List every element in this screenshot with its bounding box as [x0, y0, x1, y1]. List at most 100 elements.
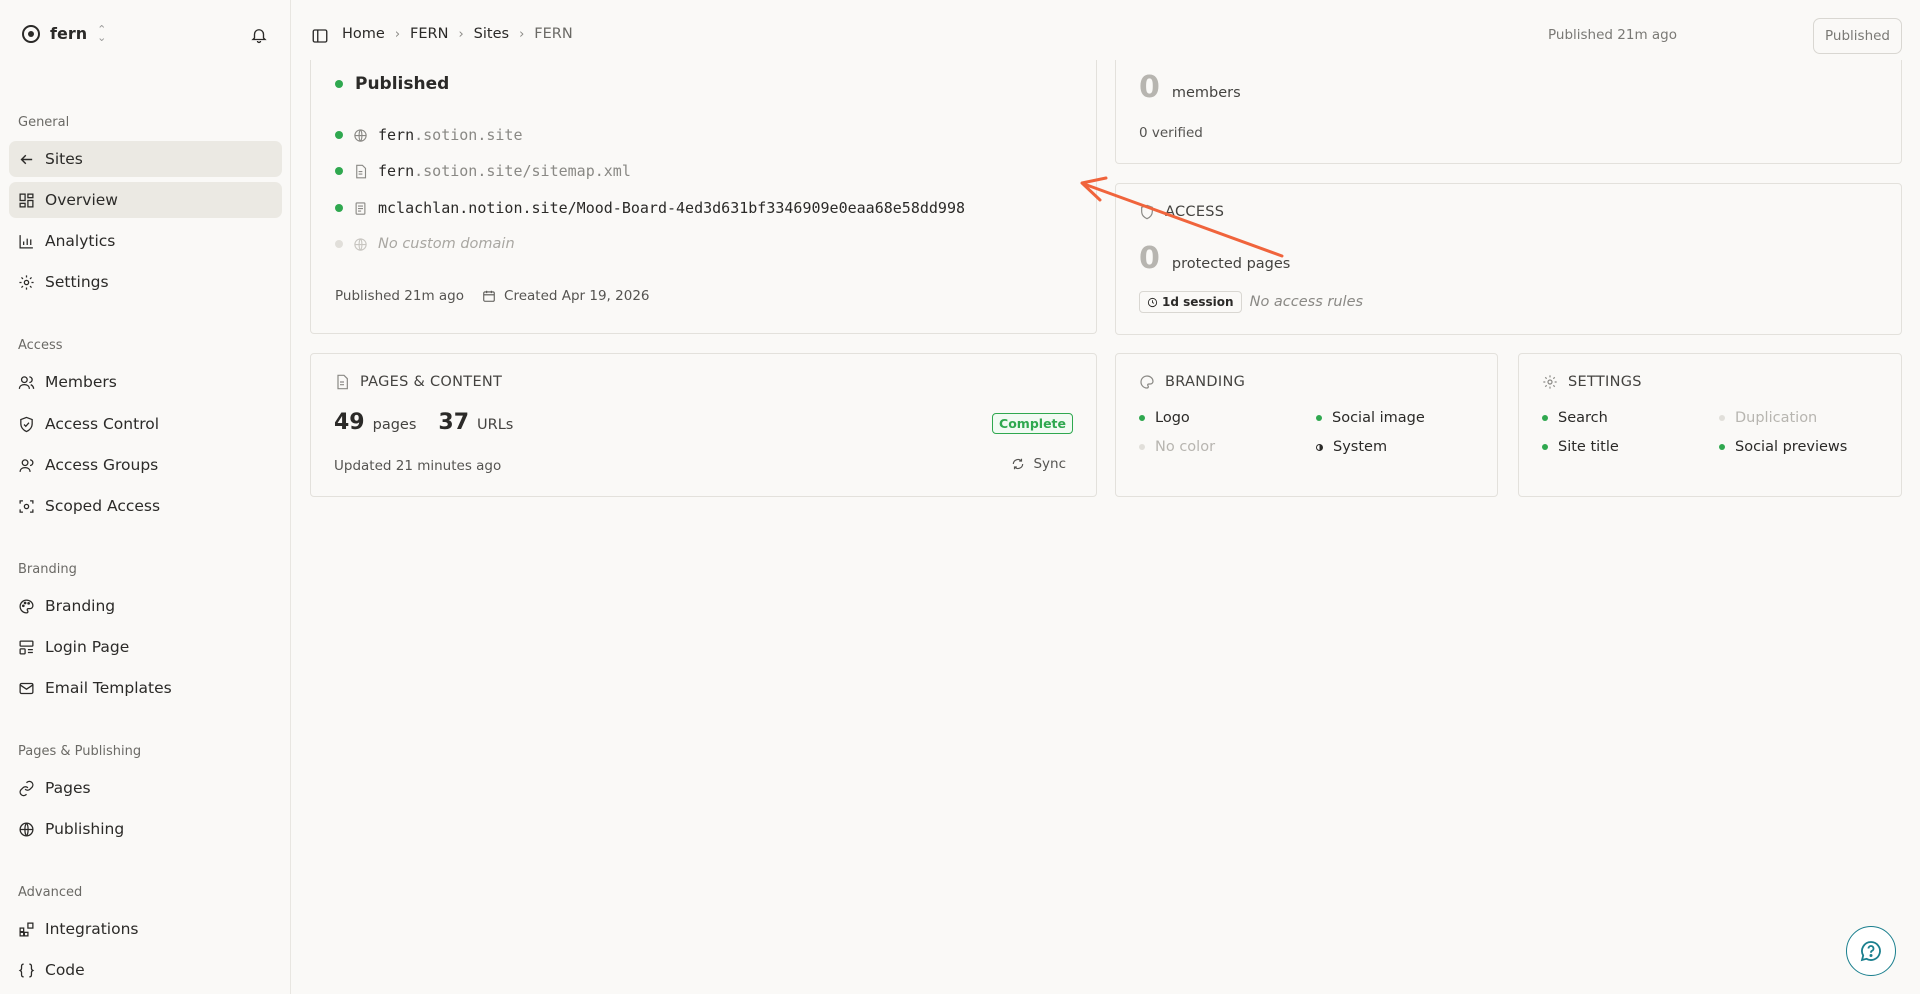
theme-icon [1316, 443, 1323, 451]
link-icon [19, 780, 34, 796]
braces-icon [18, 962, 35, 978]
sidebar-item-scoped-access[interactable]: Scoped Access [9, 488, 282, 524]
pages-count: 49 [334, 410, 365, 435]
workspace-switcher[interactable]: fern ⌃ ⌄ [22, 24, 106, 43]
gear-icon [1543, 375, 1557, 389]
status-dot [335, 204, 343, 212]
scan-icon [19, 499, 34, 513]
domain-row[interactable]: mclachlan.notion.site/Mood-Board-4ed3d63… [335, 199, 965, 217]
published-time: Published 21m ago [1547, 27, 1677, 43]
published-time: Published 21m ago [335, 288, 465, 304]
members-card[interactable]: 0 members 0 verified [1115, 60, 1902, 164]
pages-content-title: PAGES & CONTENT [360, 374, 503, 390]
status-dot-inactive [335, 240, 343, 248]
access-card[interactable]: ACCESS 0 protected pages 1d session No a… [1115, 183, 1902, 335]
arrow-left-icon [20, 154, 33, 164]
palette-icon [1140, 375, 1154, 389]
pages-content-card[interactable]: PAGES & CONTENT 49 pages 37 URLs Complet… [310, 353, 1097, 497]
settings-title: SETTINGS [1568, 374, 1642, 390]
sidebar-item-code[interactable]: Code [9, 952, 282, 988]
domain-host: fern [378, 162, 415, 180]
sidebar-item-label: Code [45, 961, 85, 979]
sidebar-item-analytics[interactable]: Analytics [9, 223, 282, 259]
custom-domain-row[interactable]: No custom domain [335, 236, 515, 252]
chevron-right-icon: › [394, 26, 401, 42]
sidebar-item-label: Sites [45, 150, 83, 168]
domain-row[interactable]: fern.sotion.site [335, 126, 523, 144]
status-dot [1719, 444, 1725, 450]
domain-host: mclachlan.notion.site/Mood-Board-4ed3d63… [378, 199, 965, 217]
branding-card[interactable]: BRANDING Logo Social image No color Syst… [1115, 353, 1498, 497]
breadcrumb-home[interactable]: Home [342, 26, 385, 42]
status-dot [1139, 415, 1145, 421]
chevron-up-down-icon: ⌃ ⌄ [97, 22, 107, 44]
no-color-label: No color [1155, 439, 1216, 455]
sidebar-item-email-templates[interactable]: Email Templates [9, 670, 282, 706]
users-icon [18, 375, 35, 389]
sync-button[interactable]: Sync [1011, 456, 1066, 472]
breadcrumb-fern[interactable]: FERN [410, 26, 448, 42]
sidebar-item-label: Branding [45, 597, 116, 615]
shield-icon [1141, 204, 1153, 220]
published-button[interactable]: Published [1813, 18, 1902, 54]
bell-icon[interactable] [250, 26, 268, 44]
globe-icon [354, 128, 367, 142]
section-label-advanced: Advanced [18, 885, 83, 900]
status-dot [1542, 444, 1548, 450]
help-button[interactable] [1846, 926, 1896, 976]
blocks-icon [19, 921, 34, 937]
mail-icon [19, 682, 34, 694]
sidebar-item-members[interactable]: Members [9, 364, 282, 400]
sidebar-item-integrations[interactable]: Integrations [9, 911, 282, 947]
domain-suffix: .sotion.site/sitemap.xml [414, 162, 631, 180]
globe-icon [354, 237, 367, 251]
sidebar-item-settings[interactable]: Settings [9, 264, 282, 300]
help-chat-icon [1860, 941, 1881, 962]
system-label: System [1333, 439, 1388, 455]
sidebar-item-login-page[interactable]: Login Page [9, 629, 282, 665]
sidebar-item-sites[interactable]: Sites [9, 141, 282, 177]
domain-host: fern [378, 126, 415, 144]
session-label: 1d session [1162, 295, 1234, 309]
workspace-name: fern [50, 24, 88, 43]
access-rules: No access rules [1249, 294, 1364, 310]
status-dot-inactive [1719, 415, 1725, 421]
file-icon [337, 374, 348, 390]
breadcrumb-sites[interactable]: Sites [474, 26, 509, 42]
social-previews-label: Social previews [1735, 439, 1848, 455]
sidebar-item-label: Pages [45, 779, 91, 797]
gear-icon [19, 274, 34, 290]
sidebar-item-label: Scoped Access [45, 497, 161, 515]
access-title: ACCESS [1165, 204, 1225, 220]
site-title-label: Site title [1558, 439, 1619, 455]
bar-chart-icon [19, 234, 33, 249]
sidebar-item-overview[interactable]: Overview [9, 182, 282, 218]
session-badge: 1d session [1139, 291, 1242, 313]
sidebar-item-label: Access Groups [45, 456, 159, 474]
settings-card[interactable]: SETTINGS Search Duplication Site title S… [1518, 353, 1902, 497]
sidebar-item-access-control[interactable]: Access Control [9, 406, 282, 442]
status-dot [335, 80, 343, 88]
clock-icon [1147, 297, 1158, 307]
sidebar-item-label: Publishing [45, 820, 125, 838]
chevron-right-icon: › [458, 26, 464, 42]
sync-label: Sync [1033, 456, 1066, 472]
globe-icon [19, 821, 34, 837]
sidebar-toggle-icon[interactable] [311, 27, 329, 45]
sidebar-item-branding[interactable]: Branding [9, 588, 282, 624]
sidebar-item-pages[interactable]: Pages [9, 770, 282, 806]
pages-unit: pages [372, 417, 417, 433]
layout-icon [19, 639, 34, 655]
members-count: 0 [1139, 70, 1160, 105]
file-icon [356, 164, 367, 178]
no-custom-domain: No custom domain [378, 236, 515, 252]
domain-row[interactable]: fern.sotion.site/sitemap.xml [335, 162, 631, 180]
sidebar-item-publishing[interactable]: Publishing [9, 811, 282, 847]
sidebar-item-access-groups[interactable]: Access Groups [9, 447, 282, 483]
workspace-logo-icon [22, 24, 40, 43]
section-label-branding: Branding [18, 562, 77, 577]
section-label-access: Access [18, 338, 63, 353]
calendar-icon [483, 290, 495, 302]
updated-time: Updated 21 minutes ago [334, 458, 502, 474]
status-dot [335, 167, 343, 175]
